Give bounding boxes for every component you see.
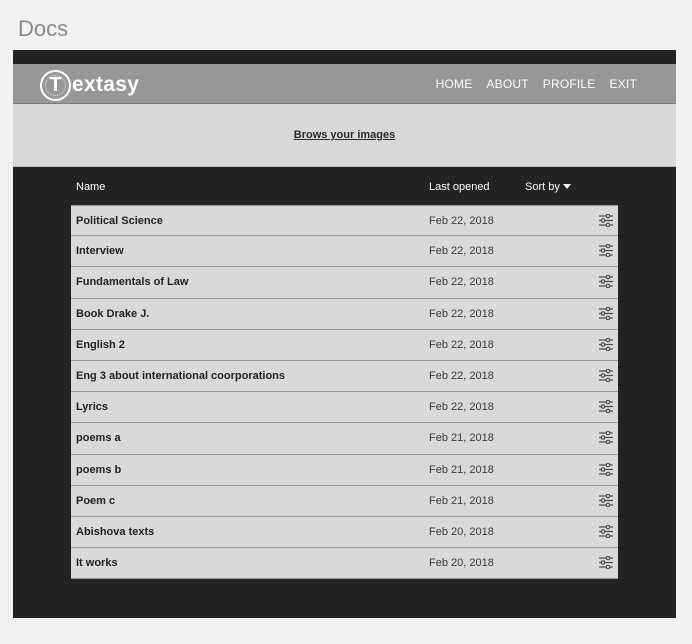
document-last-opened: Feb 22, 2018 <box>429 215 494 227</box>
document-name: Political Science <box>76 215 163 227</box>
document-row[interactable]: Book Drake J. Feb 22, 2018 <box>71 298 618 330</box>
sort-by-label: Sort by <box>525 181 560 193</box>
sliders-icon[interactable] <box>599 243 613 258</box>
document-row[interactable]: Interview Feb 22, 2018 <box>71 236 618 268</box>
document-last-opened: Feb 22, 2018 <box>429 307 494 320</box>
app-frame: T extasy HOME ABOUT PROFILE EXIT Brows y… <box>13 50 676 618</box>
sliders-icon[interactable] <box>599 555 613 570</box>
sliders-icon[interactable] <box>599 493 613 507</box>
nav-about[interactable]: ABOUT <box>486 77 528 91</box>
document-row[interactable]: poems b Feb 21, 2018 <box>71 454 618 486</box>
document-name: Poem c <box>76 494 116 507</box>
document-row[interactable]: poems a Feb 21, 2018 <box>71 423 618 455</box>
table-header: Name Last opened Sort by <box>71 176 618 198</box>
column-last-opened-header: Last opened <box>429 181 490 193</box>
logo-letter: T <box>49 73 62 96</box>
logo-mark-icon: T <box>40 69 71 101</box>
page-label: Docs <box>18 16 69 41</box>
document-name: Book Drake J. <box>76 307 150 320</box>
main-nav: HOME ABOUT PROFILE EXIT <box>436 64 637 104</box>
sliders-icon[interactable] <box>599 306 613 320</box>
logo[interactable]: T extasy <box>40 68 139 102</box>
nav-exit[interactable]: EXIT <box>610 77 637 91</box>
caret-down-icon <box>562 184 571 189</box>
document-row[interactable]: It works Feb 20, 2018 <box>71 548 618 580</box>
document-name: Interview <box>76 245 124 258</box>
document-row[interactable]: Political Science Feb 22, 2018 <box>71 205 618 237</box>
document-name: poems a <box>76 432 121 445</box>
document-name: Lyrics <box>76 401 109 414</box>
document-last-opened: Feb 22, 2018 <box>429 369 494 382</box>
document-row[interactable]: Fundamentals of Law Feb 22, 2018 <box>71 267 618 299</box>
document-name: Eng 3 about international coorporations <box>76 369 286 382</box>
document-last-opened: Feb 21, 2018 <box>429 463 494 476</box>
documents-list: Political Science Feb 22, 2018 Interview Fe… <box>71 205 618 580</box>
document-last-opened: Feb 20, 2018 <box>429 525 494 538</box>
document-row[interactable]: English 2 Feb 22, 2018 <box>71 329 618 361</box>
upload-area: Brows your images <box>13 104 676 167</box>
app-header: T extasy HOME ABOUT PROFILE EXIT <box>13 64 676 104</box>
document-last-opened: Feb 22, 2018 <box>429 401 494 414</box>
sliders-icon[interactable] <box>599 213 613 228</box>
nav-profile[interactable]: PROFILE <box>543 77 596 91</box>
document-row[interactable]: Eng 3 about international coorporations F… <box>71 360 618 393</box>
document-name: Abishova texts <box>76 525 155 538</box>
document-row[interactable]: Abishova texts Feb 20, 2018 <box>71 516 618 549</box>
browse-images-link[interactable]: Brows your images <box>294 129 395 141</box>
logo-text: extasy <box>72 73 140 96</box>
sliders-icon[interactable] <box>599 399 613 414</box>
sliders-icon[interactable] <box>599 368 613 383</box>
nav-home[interactable]: HOME <box>436 77 473 91</box>
document-row[interactable]: Lyrics Feb 22, 2018 <box>71 392 618 424</box>
document-row[interactable]: Poem c Feb 21, 2018 <box>71 485 618 517</box>
sliders-icon[interactable] <box>599 275 613 289</box>
sliders-icon[interactable] <box>599 524 613 539</box>
sort-by-dropdown[interactable]: Sort by <box>525 181 571 193</box>
document-name: English 2 <box>76 338 125 351</box>
document-name: It works <box>76 557 118 570</box>
document-name: Fundamentals of Law <box>76 276 189 289</box>
document-last-opened: Feb 21, 2018 <box>429 432 494 445</box>
document-name: poems b <box>76 463 122 476</box>
document-last-opened: Feb 22, 2018 <box>429 245 494 258</box>
document-last-opened: Feb 20, 2018 <box>429 557 494 570</box>
document-last-opened: Feb 22, 2018 <box>429 276 494 289</box>
sliders-icon[interactable] <box>599 462 613 476</box>
sliders-icon[interactable] <box>599 337 613 352</box>
document-last-opened: Feb 21, 2018 <box>429 494 494 507</box>
document-last-opened: Feb 22, 2018 <box>429 338 494 351</box>
column-name-header: Name <box>76 181 106 193</box>
sliders-icon[interactable] <box>599 431 613 445</box>
